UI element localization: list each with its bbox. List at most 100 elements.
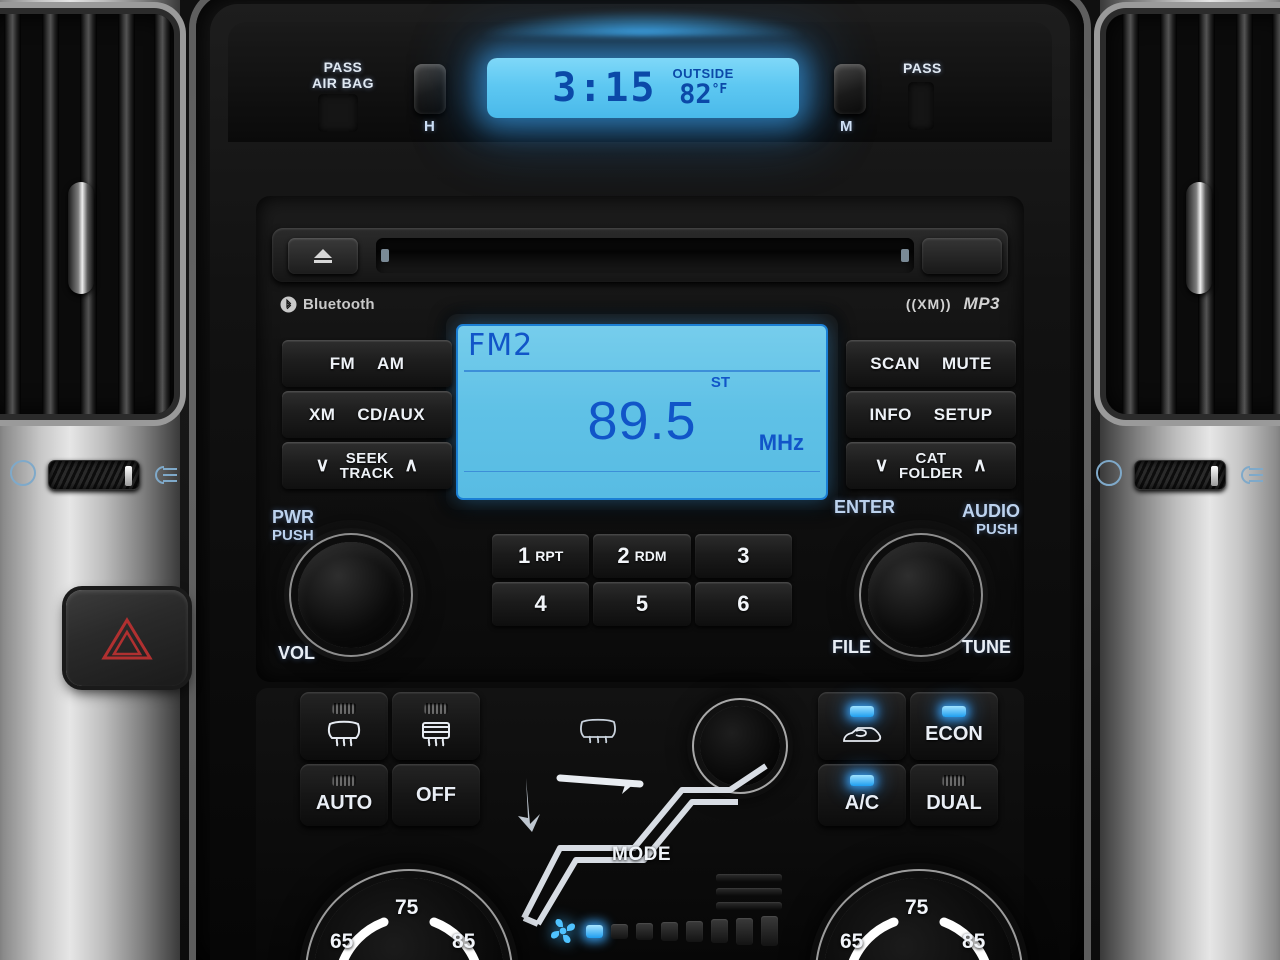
seek-down-chevron-icon[interactable]: ∨ bbox=[315, 454, 329, 477]
preset-2-function: RDM bbox=[634, 548, 667, 564]
fan-segment-5 bbox=[686, 920, 703, 942]
info-setup-button[interactable]: INFO SETUP bbox=[846, 391, 1016, 438]
preset-button-5[interactable]: 5 bbox=[593, 582, 691, 626]
fan-segment-6 bbox=[711, 919, 728, 943]
pwr-push-label: PUSH bbox=[272, 527, 314, 544]
air-recirculation-button[interactable] bbox=[818, 692, 906, 760]
right-vent-closed-icon bbox=[1096, 460, 1122, 486]
fan-speed-indicator bbox=[548, 916, 778, 946]
minute-button-label: M bbox=[840, 118, 853, 135]
left-button-cluster: FM AM XM CD/AUX ∨ SEEK TRACK ∧ bbox=[282, 340, 452, 493]
cat-folder-button[interactable]: ∨ CAT FOLDER ∧ bbox=[846, 442, 1016, 489]
climate-off-button[interactable]: OFF bbox=[392, 764, 480, 826]
pass-airbag-line1: PASS bbox=[323, 59, 363, 75]
cd-slot[interactable] bbox=[376, 238, 914, 273]
hazard-warning-button[interactable] bbox=[66, 590, 188, 686]
power-volume-knob[interactable] bbox=[298, 542, 404, 648]
preset-button-1[interactable]: 1 RPT bbox=[492, 534, 590, 578]
hour-button-label: H bbox=[424, 118, 435, 135]
front-defrost-led bbox=[332, 702, 356, 714]
rear-defrost-button[interactable] bbox=[392, 692, 480, 760]
eject-icon bbox=[314, 249, 332, 263]
pass-indicator-lamp bbox=[908, 82, 934, 130]
dual-led bbox=[942, 775, 966, 786]
right-air-vent[interactable] bbox=[1106, 14, 1280, 414]
audio-label: AUDIO bbox=[962, 501, 1020, 521]
ac-label: A/C bbox=[844, 792, 880, 814]
mode-label: MODE bbox=[612, 844, 671, 865]
hazard-triangle-icon bbox=[101, 617, 153, 660]
preset-button-2[interactable]: 2 RDM bbox=[593, 534, 691, 578]
seek-track-button[interactable]: ∨ SEEK TRACK ∧ bbox=[282, 442, 452, 489]
tune-audio-knob[interactable] bbox=[868, 542, 974, 648]
auto-button[interactable]: AUTO bbox=[300, 764, 388, 826]
right-vent-thumbwheel[interactable] bbox=[1134, 460, 1226, 490]
passenger-temp-high: 85 bbox=[962, 930, 986, 953]
right-vent-direction-knob[interactable] bbox=[1186, 182, 1212, 294]
fm-am-button[interactable]: FM AM bbox=[282, 340, 452, 387]
left-air-vent[interactable] bbox=[0, 14, 174, 414]
radio-band: FM2 bbox=[468, 328, 534, 363]
cat-folder-label: CAT FOLDER bbox=[899, 451, 963, 481]
radio-lcd-display: FM2 ST 89.5 MHz bbox=[456, 324, 828, 500]
outside-temperature: 82°F bbox=[679, 78, 728, 110]
ac-button[interactable]: A/C bbox=[818, 764, 906, 826]
preset-button-6[interactable]: 6 bbox=[694, 582, 792, 626]
driver-temp-high: 85 bbox=[452, 930, 476, 953]
xm-label: XM bbox=[309, 404, 336, 424]
passenger-airbag-indicator bbox=[318, 94, 358, 132]
driver-temp-low: 65 bbox=[330, 930, 354, 953]
econ-button[interactable]: ECON bbox=[910, 692, 998, 760]
cat-up-chevron-icon[interactable]: ∧ bbox=[973, 454, 987, 477]
preset-row-top: 1 RPT 2 RDM 3 bbox=[492, 534, 792, 578]
clock-time: 3:15 bbox=[552, 65, 657, 111]
xm-cdaux-button[interactable]: XM CD/AUX bbox=[282, 391, 452, 438]
preset-row-bottom: 4 5 6 bbox=[492, 582, 792, 626]
xm-logo: ((XM)) bbox=[905, 296, 952, 312]
fan-segment-8 bbox=[761, 916, 778, 946]
temp-value: 82 bbox=[679, 78, 712, 110]
tune-label: TUNE bbox=[962, 637, 1011, 657]
passenger-temp-low: 65 bbox=[840, 930, 864, 953]
radio-display-bezel: FM2 ST 89.5 MHz bbox=[446, 314, 838, 510]
frequency-unit: MHz bbox=[758, 430, 804, 455]
hour-set-button[interactable] bbox=[414, 64, 446, 114]
dual-button[interactable]: DUAL bbox=[910, 764, 998, 826]
air-recirculation-icon bbox=[843, 726, 882, 742]
preset-button-4[interactable]: 4 bbox=[492, 582, 590, 626]
left-vent-control-row bbox=[4, 440, 190, 512]
mute-label: MUTE bbox=[942, 353, 992, 373]
preset-3-number: 3 bbox=[737, 543, 750, 568]
lcd-divider-bottom bbox=[464, 470, 820, 472]
eject-button[interactable] bbox=[288, 238, 358, 274]
mode-defrost-icon bbox=[580, 718, 616, 744]
mp3-logo: MP3 bbox=[963, 294, 1000, 313]
seek-track-label: SEEK TRACK bbox=[340, 451, 395, 481]
preset-button-3[interactable]: 3 bbox=[694, 534, 792, 578]
blank-button[interactable] bbox=[922, 238, 1002, 274]
seek-up-chevron-icon[interactable]: ∧ bbox=[404, 454, 418, 477]
left-vent-closed-icon bbox=[10, 460, 36, 486]
passenger-airbag-label: PASS AIR BAG bbox=[312, 59, 374, 91]
fan-segment-4 bbox=[661, 921, 678, 941]
front-defrost-button[interactable] bbox=[300, 692, 388, 760]
left-vent-thumbwheel[interactable] bbox=[48, 460, 140, 490]
lcd-divider-top bbox=[464, 370, 820, 372]
vol-label: VOL bbox=[278, 643, 316, 663]
fan-segment-3 bbox=[636, 922, 653, 940]
driver-temp-mid: 75 bbox=[395, 896, 419, 919]
fan-segment-2 bbox=[611, 923, 628, 939]
enter-label: ENTER bbox=[834, 497, 896, 517]
preset-4-number: 4 bbox=[534, 591, 547, 616]
minute-set-button[interactable] bbox=[834, 64, 866, 114]
stereo-indicator: ST bbox=[710, 374, 730, 391]
cat-down-chevron-icon[interactable]: ∨ bbox=[875, 454, 889, 477]
temp-unit: °F bbox=[711, 81, 728, 97]
right-vent-airflow-icon bbox=[1241, 466, 1263, 484]
dual-label: DUAL bbox=[926, 792, 982, 814]
scan-mute-button[interactable]: SCAN MUTE bbox=[846, 340, 1016, 387]
left-vent-direction-knob[interactable] bbox=[68, 182, 94, 294]
rear-defrost-led bbox=[424, 702, 448, 714]
econ-label: ECON bbox=[925, 723, 983, 745]
econ-led bbox=[942, 706, 966, 717]
